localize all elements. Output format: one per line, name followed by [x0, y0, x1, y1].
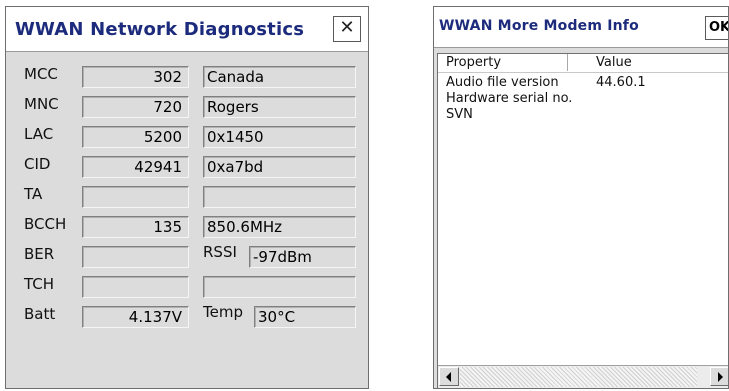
ta-label: TA	[24, 185, 43, 203]
modem-info-dialog: WWAN More Modem Info OK Property Value A…	[433, 6, 729, 389]
battery-label: Batt	[24, 305, 56, 323]
column-divider[interactable]	[567, 54, 568, 71]
mcc-label: MCC	[24, 65, 58, 83]
ta-value-field	[82, 186, 189, 208]
ok-button[interactable]: OK	[705, 16, 728, 40]
modem-info-title-bar: WWAN More Modem Info OK	[434, 7, 728, 48]
mnc-value-field: 720	[82, 96, 189, 118]
scroll-track[interactable]	[460, 367, 697, 387]
bcch-value-field: 135	[82, 216, 189, 238]
horizontal-scrollbar[interactable]	[438, 365, 728, 388]
bcch-frequency-field: 850.6MHz	[203, 216, 356, 238]
column-header-property[interactable]: Property	[446, 55, 501, 70]
close-icon: ✕	[339, 17, 355, 38]
mnc-operator-field: Rogers	[203, 96, 356, 118]
tch-label: TCH	[24, 275, 55, 293]
rssi-label: RSSI	[203, 243, 237, 261]
network-diagnostics-dialog: WWAN Network Diagnostics ✕ MCC 302 Canad…	[5, 6, 369, 389]
rssi-value-field: -97dBm	[249, 246, 356, 268]
mnc-label: MNC	[24, 95, 59, 113]
scroll-left-button[interactable]	[439, 367, 459, 386]
scroll-right-button[interactable]	[710, 367, 728, 386]
right-arrow-icon	[718, 372, 723, 382]
modem-info-title: WWAN More Modem Info	[439, 18, 639, 34]
tch-info-field	[203, 276, 356, 298]
ta-info-field	[203, 186, 356, 208]
ber-label: BER	[24, 245, 55, 263]
mcc-value-field: 302	[82, 66, 189, 88]
cid-hex-field: 0xa7bd	[203, 156, 356, 178]
battery-voltage-field: 4.137V	[82, 306, 189, 328]
temp-value-field: 30°C	[254, 306, 356, 328]
mcc-country-field: Canada	[203, 66, 356, 88]
property-cell: Hardware serial no.	[446, 91, 573, 106]
cid-value-field: 42941	[82, 156, 189, 178]
close-button[interactable]: ✕	[333, 16, 361, 42]
list-header: Property Value	[438, 54, 728, 73]
modem-property-list[interactable]: Property Value Audio file version 44.60.…	[437, 53, 728, 388]
ber-value-field	[82, 246, 189, 268]
column-header-value[interactable]: Value	[596, 55, 632, 70]
left-arrow-icon	[446, 372, 451, 382]
lac-label: LAC	[24, 125, 54, 143]
cid-label: CID	[24, 155, 51, 173]
lac-value-field: 5200	[82, 126, 189, 148]
diagnostics-title-bar: WWAN Network Diagnostics ✕	[6, 7, 368, 52]
property-cell: Audio file version	[446, 75, 559, 90]
bcch-label: BCCH	[24, 215, 67, 233]
property-cell: SVN	[446, 107, 473, 122]
tch-value-field	[82, 276, 189, 298]
temp-label: Temp	[203, 303, 243, 321]
lac-hex-field: 0x1450	[203, 126, 356, 148]
diagnostics-title: WWAN Network Diagnostics	[15, 19, 305, 40]
value-cell: 44.60.1	[596, 75, 646, 90]
